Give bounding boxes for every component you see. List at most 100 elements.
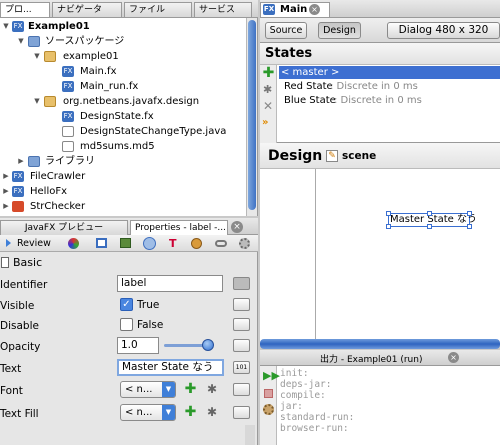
tree-row-hellofx[interactable]: ▶ FX HelloFx <box>0 184 246 199</box>
expanded-arrow-icon[interactable]: ▼ <box>16 34 26 49</box>
output-line: browser-run: <box>280 423 349 434</box>
text-resource-button[interactable]: 101 <box>233 361 250 374</box>
tree-row-example01[interactable]: ▼ FX Example01 <box>0 19 246 34</box>
design-canvas[interactable]: Master State なう <box>260 169 500 339</box>
tab-services[interactable]: サービス <box>194 2 252 17</box>
identifier-field[interactable]: label <box>117 275 223 292</box>
resize-handle[interactable] <box>467 224 472 229</box>
resize-handle[interactable] <box>427 224 432 229</box>
close-tab-icon[interactable]: × <box>309 4 320 15</box>
tab-javafx-preview[interactable]: JavaFX プレビュー <box>0 220 128 235</box>
add-state-icon[interactable]: ✚ <box>262 66 275 80</box>
tab-files[interactable]: ファイル <box>124 2 192 17</box>
colors-icon[interactable] <box>68 238 79 249</box>
opacity-binding-button[interactable] <box>233 339 250 352</box>
tree-row-designstate-fx[interactable]: FX DesignState.fx <box>0 109 246 124</box>
visible-binding-button[interactable] <box>233 298 250 311</box>
properties-scrollbar[interactable] <box>245 425 255 445</box>
tree-row-main-run-fx[interactable]: FX Main_run.fx <box>0 79 246 94</box>
fx-project-icon: FX <box>12 186 24 197</box>
disable-checkbox[interactable] <box>120 318 133 331</box>
collapsed-arrow-icon[interactable]: ▶ <box>1 169 11 184</box>
review-label[interactable]: Review <box>17 238 51 249</box>
link-icon[interactable] <box>215 240 227 247</box>
scene-edit-icon[interactable]: ✎ <box>326 150 338 162</box>
customize-textfill-icon[interactable]: ✱ <box>207 406 217 419</box>
state-row-blue[interactable]: Blue State : Discrete in 0 ms <box>279 94 500 107</box>
scrollbar-thumb[interactable] <box>248 20 256 210</box>
text-style-icon[interactable]: T <box>169 237 177 250</box>
stop-icon[interactable] <box>264 389 273 398</box>
design-title: Design <box>268 148 323 164</box>
customize-font-icon[interactable]: ✱ <box>207 383 217 396</box>
close-tab-icon[interactable]: × <box>231 221 243 233</box>
state-row-red[interactable]: Red State : Discrete in 0 ms <box>279 80 500 93</box>
tree-row-package-example01[interactable]: ▼ example01 <box>0 49 246 64</box>
tree-row-libraries[interactable]: ▶ ライブラリ <box>0 154 246 169</box>
canvas-label-selection[interactable]: Master State なう <box>386 211 477 229</box>
tab-main[interactable]: FX Main × <box>260 2 330 17</box>
text-field[interactable]: Master State なう <box>117 359 224 376</box>
tree-row-filecrawler[interactable]: ▶ FX FileCrawler <box>0 169 246 184</box>
expanded-arrow-icon[interactable]: ▼ <box>32 49 42 64</box>
opacity-slider-thumb[interactable] <box>202 339 214 351</box>
tree-row-source-packages[interactable]: ▼ ソースパッケージ <box>0 34 246 49</box>
disable-row: Disable False <box>0 316 260 336</box>
basic-section-label: Basic <box>13 256 43 269</box>
collapsed-arrow-icon[interactable]: ▶ <box>16 154 26 169</box>
frame-icon[interactable] <box>96 238 107 248</box>
states-header: States <box>260 43 500 65</box>
tree-row-strchecker[interactable]: ▶ StrChecker <box>0 199 246 214</box>
tree-row-designstatechangetype[interactable]: DesignStateChangeType.java <box>0 124 246 139</box>
tab-navigator[interactable]: ナビゲータ <box>52 2 122 17</box>
fx-project-icon: FX <box>12 171 24 182</box>
scene-label[interactable]: scene <box>342 150 376 162</box>
design-header: Design ✎ scene <box>260 143 500 169</box>
transform-icon[interactable] <box>143 237 156 250</box>
collapsed-arrow-icon[interactable]: ▶ <box>1 184 11 199</box>
resize-handle[interactable] <box>427 211 432 216</box>
image-icon[interactable] <box>120 238 131 248</box>
font-binding-button[interactable] <box>233 383 250 396</box>
settings-icon[interactable] <box>239 238 250 249</box>
identifier-binding-button[interactable] <box>233 277 250 290</box>
textfill-select[interactable]: < n... ▼ <box>120 404 176 421</box>
output-panel: ▶▶ init: deps-jar: compile: jar: standar… <box>260 366 500 445</box>
source-button[interactable]: Source <box>265 22 307 39</box>
review-icon[interactable] <box>6 239 11 247</box>
tab-projects[interactable]: プロ... <box>0 2 50 17</box>
collapsed-arrow-icon[interactable]: ▶ <box>1 199 11 214</box>
disable-binding-button[interactable] <box>233 318 250 331</box>
tree-row-md5sums[interactable]: md5sums.md5 <box>0 139 246 154</box>
delete-state-icon[interactable]: ✕ <box>263 100 273 112</box>
tree-row-main-fx[interactable]: FX Main.fx <box>0 64 246 79</box>
tree-scrollbar[interactable] <box>246 18 257 216</box>
visible-checkbox[interactable]: ✓ <box>120 298 133 311</box>
tree-label: org.netbeans.javafx.design <box>63 96 200 107</box>
close-tab-icon[interactable]: × <box>448 352 459 363</box>
basic-toggle-icon[interactable] <box>1 257 9 268</box>
state-row-master[interactable]: < master > <box>279 66 500 79</box>
dialog-size-select[interactable]: Dialog 480 x 320 <box>387 22 500 39</box>
tab-properties[interactable]: Properties - label -... <box>130 220 228 235</box>
add-textfill-icon[interactable]: ✚ <box>184 405 197 419</box>
expanded-arrow-icon[interactable]: ▼ <box>32 94 42 109</box>
opacity-field[interactable]: 1.0 <box>117 337 159 354</box>
font-select[interactable]: < n... ▼ <box>120 381 176 398</box>
tree-row-package-design[interactable]: ▼ org.netbeans.javafx.design <box>0 94 246 109</box>
effects-icon[interactable] <box>191 238 202 249</box>
fast-forward-icon[interactable]: » <box>262 117 268 129</box>
design-button[interactable]: Design <box>318 22 361 39</box>
expanded-arrow-icon[interactable]: ▼ <box>1 19 11 34</box>
add-font-icon[interactable]: ✚ <box>184 382 197 396</box>
state-name: Blue State <box>284 95 336 106</box>
editor-splitter[interactable] <box>260 339 500 349</box>
rerun-icon[interactable]: ▶▶ <box>263 370 280 382</box>
resize-handle[interactable] <box>386 224 391 229</box>
duplicate-state-icon[interactable]: ✱ <box>263 84 272 96</box>
settings-icon[interactable] <box>263 404 274 415</box>
resize-handle[interactable] <box>467 211 472 216</box>
textfill-binding-button[interactable] <box>233 406 250 419</box>
textfill-row: Text Fill < n... ▼ ✚ ✱ <box>0 404 260 424</box>
resize-handle[interactable] <box>386 211 391 216</box>
